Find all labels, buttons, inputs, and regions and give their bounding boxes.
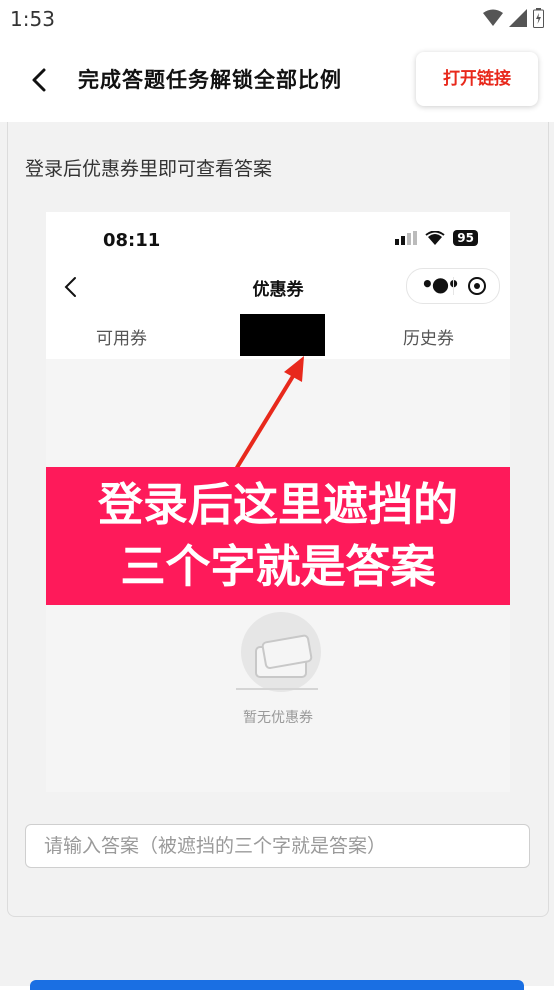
open-link-button[interactable]: 打开链接 <box>416 52 538 106</box>
embedded-screenshot: 08:11 95 优惠券 •●• 可用券 历史券 登录后这里遮挡的 三个字就是答… <box>46 212 510 792</box>
signal-icon <box>509 9 527 27</box>
embedded-status-icons: 95 <box>395 230 478 246</box>
status-icons <box>483 8 544 28</box>
pointer-arrow-icon <box>231 356 304 475</box>
tab-available: 可用券 <box>96 329 147 349</box>
close-target-icon <box>468 277 486 295</box>
page-title: 完成答题任务解锁全部比例 <box>78 68 342 92</box>
mini-program-capsule: •●• <box>406 268 500 304</box>
instruction-banner: 登录后这里遮挡的 三个字就是答案 <box>46 467 510 605</box>
answer-card: 登录后优惠券里即可查看答案 08:11 95 优惠券 •●• 可用券 历史券 登… <box>7 122 549 917</box>
wifi-icon <box>483 9 503 26</box>
banner-line-1: 登录后这里遮挡的 <box>97 478 458 531</box>
content-area: 登录后优惠券里即可查看答案 08:11 95 优惠券 •●• 可用券 历史券 登… <box>0 122 554 990</box>
status-time: 1:53 <box>10 7 55 31</box>
embedded-time: 08:11 <box>103 230 161 251</box>
answer-input[interactable] <box>25 824 530 868</box>
submit-button[interactable] <box>30 980 524 990</box>
banner-line-2: 三个字就是答案 <box>120 540 436 593</box>
capsule-divider <box>453 277 454 295</box>
tab-history: 历史券 <box>403 329 454 349</box>
battery-icon <box>533 8 544 28</box>
wifi-icon <box>425 230 445 245</box>
back-arrow-icon[interactable] <box>22 60 58 100</box>
embedded-battery: 95 <box>453 230 478 246</box>
status-bar: 1:53 <box>0 0 554 38</box>
cell-signal-icon <box>395 231 418 245</box>
embedded-header: 08:11 95 优惠券 •●• 可用券 历史券 <box>46 212 510 359</box>
instruction-text: 登录后优惠券里即可查看答案 <box>25 158 273 180</box>
top-bar: 完成答题任务解锁全部比例 打开链接 <box>0 38 554 122</box>
empty-coupon-icon <box>236 612 321 692</box>
empty-state-text: 暂无优惠券 <box>243 710 313 726</box>
